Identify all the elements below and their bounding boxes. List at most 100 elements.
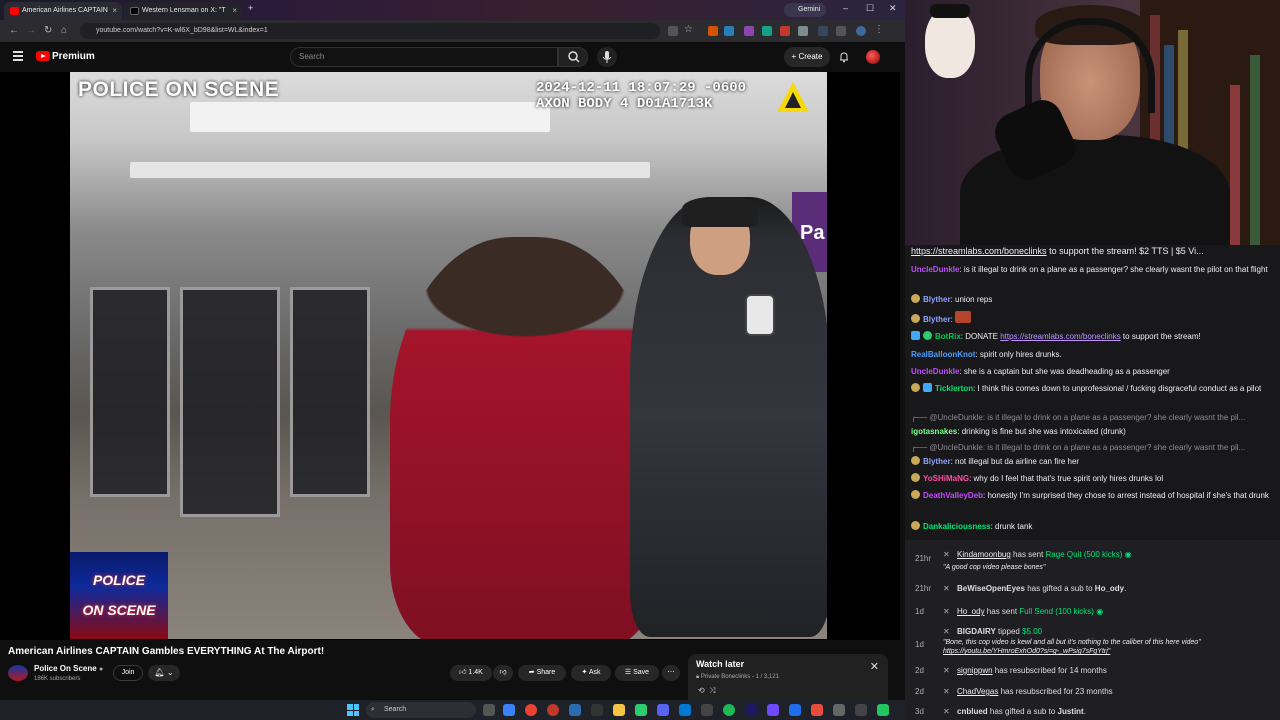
channel-avatar[interactable] — [8, 665, 28, 681]
event-user[interactable]: ChadVegas — [957, 687, 998, 696]
app-icon[interactable] — [503, 704, 515, 716]
more-actions-button[interactable]: ⋯ — [662, 665, 680, 681]
event-user[interactable]: BIGDAIRY — [957, 627, 996, 636]
event-user[interactable]: Ho_ody — [957, 607, 985, 616]
gemini-button[interactable]: Gemini — [784, 3, 827, 17]
video-player[interactable]: 50 Pa POLICE ON SCENE 2024-12-11 18:07:2… — [70, 72, 827, 639]
close-tab-icon[interactable]: × — [232, 6, 237, 15]
extension-icon[interactable] — [744, 26, 754, 36]
chat-text: DONATE — [965, 332, 1001, 341]
edge-icon[interactable] — [679, 704, 691, 716]
video-title: American Airlines CAPTAIN Gambles EVERYT… — [8, 646, 325, 657]
download-icon[interactable] — [836, 26, 846, 36]
discord-icon[interactable] — [657, 704, 669, 716]
sidebar-icon[interactable] — [818, 26, 828, 36]
shuffle-icon[interactable]: ⤨ — [709, 686, 715, 695]
chat-username[interactable]: BotRix — [935, 332, 961, 341]
create-button[interactable]: + Create — [784, 47, 830, 67]
app-icon[interactable] — [833, 704, 845, 716]
pinned-link[interactable]: https://streamlabs.com/boneclinks — [911, 246, 1047, 256]
save-button[interactable]: ☰ Save — [615, 665, 659, 681]
search-button[interactable] — [558, 47, 588, 67]
chat-username[interactable]: RealBalloonKnot — [911, 350, 975, 359]
bookmark-star-icon[interactable]: ☆ — [684, 24, 693, 35]
chat-username[interactable]: Blyther — [923, 315, 951, 324]
chat-link[interactable]: https://streamlabs.com/boneclinks — [1000, 332, 1121, 341]
app-icon[interactable] — [767, 704, 779, 716]
app-icon[interactable] — [811, 704, 823, 716]
chat-username[interactable]: Blyther — [923, 457, 951, 466]
extension-icon[interactable] — [724, 26, 734, 36]
event-target[interactable]: Justint — [1058, 707, 1084, 716]
minimize-icon[interactable]: – — [843, 3, 848, 13]
app-icon[interactable] — [745, 704, 757, 716]
subscription-bell-button[interactable]: 🔔︎ ⌄ — [148, 665, 180, 681]
app-icon[interactable] — [855, 704, 867, 716]
channel-watermark: POLICE ON SCENE — [78, 78, 280, 101]
app-icon[interactable] — [635, 704, 647, 716]
extension-icon[interactable] — [780, 26, 790, 36]
event-user[interactable]: BeWiseOpenEyes — [957, 584, 1025, 593]
extensions-puzzle-icon[interactable] — [798, 26, 808, 36]
profile-icon[interactable] — [856, 26, 866, 36]
playlist-title[interactable]: Watch later — [696, 659, 744, 669]
voice-search-button[interactable] — [597, 47, 617, 67]
tab-youtube[interactable]: American Airlines CAPTAIN × — [4, 2, 122, 20]
app-icon[interactable] — [569, 704, 581, 716]
app-icon[interactable] — [547, 704, 559, 716]
account-avatar[interactable] — [866, 50, 880, 64]
channel-name[interactable]: Police On Scene ● — [34, 664, 103, 673]
forward-icon[interactable]: → — [26, 25, 36, 36]
chat-username[interactable]: Blyther — [923, 295, 951, 304]
tab-x-twitter[interactable]: Western Lensman on X: "T × — [124, 2, 242, 20]
search-input[interactable]: Search — [290, 47, 558, 67]
extension-icon[interactable] — [762, 26, 772, 36]
youtube-logo-icon[interactable] — [36, 51, 50, 61]
event-quote-link[interactable]: https://youtu.be/YHmroExhOd0?si=g-_wPsig… — [943, 648, 1110, 655]
chat-message: Blyther: union reps — [911, 293, 1275, 306]
event-user[interactable]: cnblued — [957, 707, 988, 716]
obs-icon[interactable] — [701, 704, 713, 716]
browser-menu-icon[interactable]: ⋮ — [874, 24, 884, 35]
app-icon[interactable] — [789, 704, 801, 716]
address-bar[interactable]: youtube.com/watch?v=K-wl6X_bD98&list=WL&… — [80, 23, 660, 39]
chat-username[interactable]: Ticklerton — [935, 384, 973, 393]
taskbar-search[interactable]: ⌕ Search — [366, 702, 476, 718]
event-target[interactable]: Ho_ody — [1095, 584, 1124, 593]
back-icon[interactable]: ← — [9, 25, 19, 36]
like-button[interactable]: 👍︎ 1.4K — [450, 665, 492, 681]
extension-icon[interactable] — [708, 26, 718, 36]
chat-username[interactable]: Dankaliciousness — [923, 522, 991, 531]
close-window-icon[interactable]: ✕ — [889, 3, 897, 14]
dislike-button[interactable]: 👎︎ — [493, 665, 513, 681]
hamburger-menu-icon[interactable] — [13, 51, 23, 61]
home-icon[interactable]: ⌂ — [61, 25, 67, 36]
spotify-icon[interactable] — [723, 704, 735, 716]
chat-username[interactable]: DeathValleyDeb — [923, 491, 983, 500]
chat-text: union reps — [955, 295, 993, 304]
chrome-icon[interactable] — [525, 704, 537, 716]
join-button[interactable]: Join — [113, 665, 143, 681]
notifications-bell-icon[interactable] — [838, 51, 850, 63]
chat-username[interactable]: UncleDunkle — [911, 367, 959, 376]
chat-username[interactable]: igotasnakes — [911, 427, 957, 436]
close-tab-icon[interactable]: × — [112, 6, 117, 15]
event-quote: "A good cop video please bones" — [943, 564, 1046, 571]
share-button[interactable]: ➦ Share — [518, 665, 566, 681]
close-playlist-icon[interactable]: ✕ — [870, 660, 879, 673]
chat-username[interactable]: UncleDunkle — [911, 265, 959, 274]
maximize-icon[interactable]: ☐ — [866, 3, 874, 14]
screen-cast-icon[interactable] — [668, 26, 678, 36]
reload-icon[interactable]: ↻ — [44, 25, 52, 36]
event-user[interactable]: signippwn — [957, 666, 993, 675]
event-user[interactable]: Kindamoonbug — [957, 550, 1011, 559]
chat-username[interactable]: YoSHiMaNG — [923, 474, 969, 483]
ask-button[interactable]: ✦ Ask — [571, 665, 611, 681]
loop-icon[interactable]: ⟲ — [698, 686, 705, 695]
new-tab-icon[interactable]: + — [248, 3, 253, 13]
file-explorer-icon[interactable] — [613, 704, 625, 716]
terminal-icon[interactable] — [591, 704, 603, 716]
task-view-icon[interactable] — [483, 704, 495, 716]
app-icon[interactable] — [877, 704, 889, 716]
windows-start-icon[interactable] — [347, 704, 359, 716]
